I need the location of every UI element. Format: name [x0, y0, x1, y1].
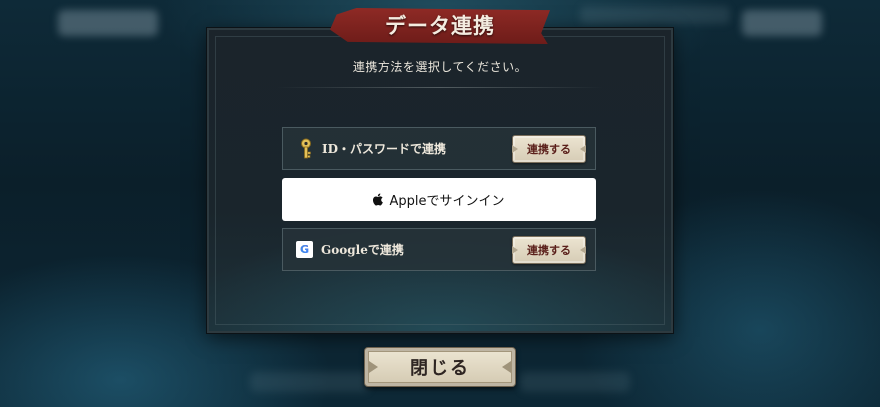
dialog-instruction: 連携方法を選択してください。	[352, 60, 528, 74]
google-link-button[interactable]: 連携する	[512, 236, 586, 264]
apple-sign-in-button[interactable]: Appleでサインイン	[282, 178, 596, 221]
background-back-button-blur	[58, 10, 158, 36]
dialog-title: データ連携	[385, 13, 495, 38]
apple-icon	[373, 193, 384, 206]
google-g-glyph: G	[299, 243, 310, 256]
google-option: G Googleで連携 連携する	[282, 228, 596, 271]
divider	[277, 87, 603, 88]
id-password-label: ID・パスワードで連携	[322, 142, 447, 156]
screen: データ連携 連携方法を選択してください。 ID・パスワードで連携 連携する Ap…	[0, 0, 880, 407]
background-footer-blur-left	[250, 372, 370, 392]
google-icon: G	[296, 241, 313, 258]
key-icon	[298, 138, 314, 160]
google-label: Googleで連携	[321, 243, 404, 257]
id-password-link-button[interactable]: 連携する	[512, 135, 586, 163]
id-password-option: ID・パスワードで連携 連携する	[282, 127, 596, 170]
background-footer-blur-right	[520, 372, 630, 392]
background-header-blur	[580, 6, 730, 24]
apple-sign-in-label: Appleでサインイン	[389, 194, 505, 209]
background-menu-button-blur	[742, 10, 822, 36]
close-button[interactable]: 閉じる	[364, 347, 516, 387]
